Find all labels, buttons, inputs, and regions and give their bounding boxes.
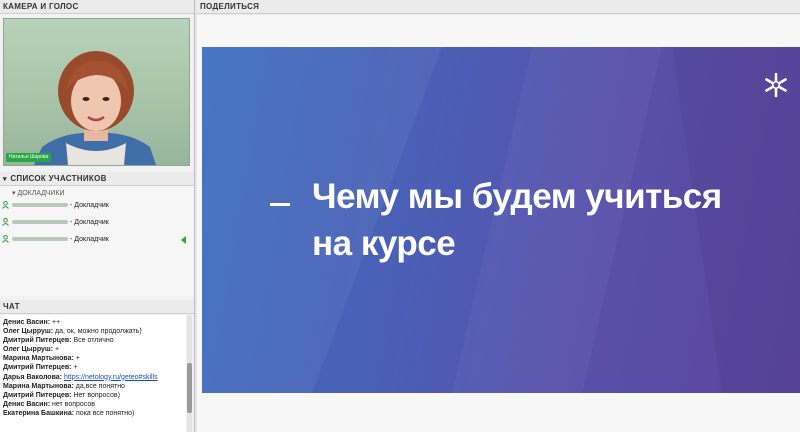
- chat-link[interactable]: https://netology.ru/geteo#skills: [64, 374, 158, 381]
- chat-text: да,все понятно: [75, 382, 125, 390]
- participants-panel-title: СПИСОК УЧАСТНИКОВ: [10, 174, 107, 183]
- share-panel-header: ПОДЕЛИТЬСЯ: [197, 0, 800, 14]
- speaking-icon: [181, 236, 186, 244]
- chat-author: Олег Цырруш:: [3, 346, 54, 354]
- chat-message: Дмитрий Питерцев: +: [3, 363, 186, 372]
- chat-message: Марина Мартынова: да,все понятно: [3, 382, 186, 391]
- camera-panel-title: КАМЕРА И ГОЛОС: [3, 2, 79, 11]
- chat-message: Денис Васин: ++: [3, 318, 186, 327]
- chat-author: Олег Цырруш:: [3, 328, 54, 336]
- speakers-group-label: ДОКЛАДЧИКИ: [17, 190, 65, 197]
- participant-role: - Докладчик: [70, 219, 109, 226]
- speaker-tag: Наталья Шарова: [6, 153, 52, 162]
- camera-panel-header: КАМЕРА И ГОЛОС: [0, 0, 194, 14]
- chat-author: Марина Мартынова:: [3, 382, 74, 390]
- chat-message: Екатерина Башкина: пока все понятно): [3, 409, 186, 418]
- chat-text: ++: [52, 319, 61, 326]
- slide-title-dash: [270, 203, 290, 206]
- chat-text: +: [73, 364, 78, 372]
- chevron-down-icon[interactable]: ▾: [3, 176, 7, 183]
- chat-text: нет вопросов: [52, 400, 95, 408]
- chat-author: Дмитрий Питерцев:: [3, 337, 72, 345]
- chat-author: Марина Мартынова:: [3, 355, 74, 363]
- participant-role: - Докладчик: [70, 236, 109, 243]
- left-sidebar: КАМЕРА И ГОЛОС Наталья Шарова ▾ СПИСОК У…: [0, 0, 195, 432]
- share-panel-title: ПОДЕЛИТЬСЯ: [200, 2, 260, 11]
- chat-author: Дмитрий Питерцев:: [3, 391, 72, 399]
- chat-panel-title: ЧАТ: [3, 302, 20, 311]
- user-icon: [2, 201, 9, 209]
- participant-name-blurred: [12, 220, 68, 225]
- chat-text: да, ок, можно продолжать): [55, 328, 142, 336]
- chat-text: +: [55, 346, 60, 354]
- presentation-slide[interactable]: Чему мы будем учиться на курсе: [202, 47, 800, 393]
- chat-message: Олег Цырруш: +: [3, 345, 186, 354]
- chat-author: Дмитрий Питерцев:: [3, 364, 72, 372]
- chat-text: пока все понятно): [76, 409, 135, 417]
- chat-message: Денис Васин: нет вопросов: [3, 400, 186, 409]
- chat-text: Все отлично: [73, 337, 114, 345]
- user-icon: [2, 235, 9, 243]
- participant-name-blurred: [12, 203, 68, 208]
- chat-message: Марина Мартынова: +: [3, 354, 186, 363]
- chat-author: Дарья Ваколова:: [3, 373, 63, 381]
- chat-panel-header: ЧАТ: [0, 300, 194, 314]
- chat-message: Дмитрий Питерцев: Все отлично: [3, 336, 186, 345]
- participant-row[interactable]: - Докладчик: [0, 231, 194, 248]
- speaker-tag-label: Наталья Шарова: [9, 154, 49, 160]
- slide-title: Чему мы будем учиться на курсе: [312, 177, 722, 263]
- participant-role: - Докладчик: [70, 202, 109, 209]
- snowflake-logo-icon: [765, 72, 787, 98]
- user-icon: [2, 218, 9, 226]
- chat-messages[interactable]: Денис Васин: ++ Олег Цырруш: да, ок, мож…: [0, 315, 186, 432]
- chat-author: Денис Васин:: [3, 400, 51, 408]
- chat-message: Дарья Ваколова: https://netology.ru/gete…: [3, 373, 186, 382]
- chat-text: +: [75, 355, 80, 363]
- chat-message: Олег Цырруш: да, ок, можно продолжать): [3, 327, 186, 336]
- camera-video[interactable]: Наталья Шарова: [3, 18, 190, 166]
- speaker-video-image: [34, 51, 156, 165]
- chat-message: Дмитрий Питерцев: Нет вопросов): [3, 391, 186, 400]
- chat-author: Денис Васин:: [3, 319, 51, 326]
- chat-text: Нет вопросов): [73, 391, 120, 399]
- speakers-group-header[interactable]: ▾ ДОКЛАДЧИКИ: [0, 186, 194, 197]
- chat-scrollbar-thumb[interactable]: [187, 363, 192, 413]
- participants-panel-header: ▾ СПИСОК УЧАСТНИКОВ: [0, 172, 194, 186]
- participant-row[interactable]: - Докладчик: [0, 214, 194, 231]
- participants-list: ▾ ДОКЛАДЧИКИ - Докладчик - Докладчик - Д…: [0, 186, 194, 296]
- chat-scrollbar[interactable]: [187, 315, 192, 432]
- chat-author: Екатерина Башкина:: [3, 409, 75, 417]
- participant-name-blurred: [12, 237, 68, 242]
- participant-row[interactable]: - Докладчик: [0, 197, 194, 214]
